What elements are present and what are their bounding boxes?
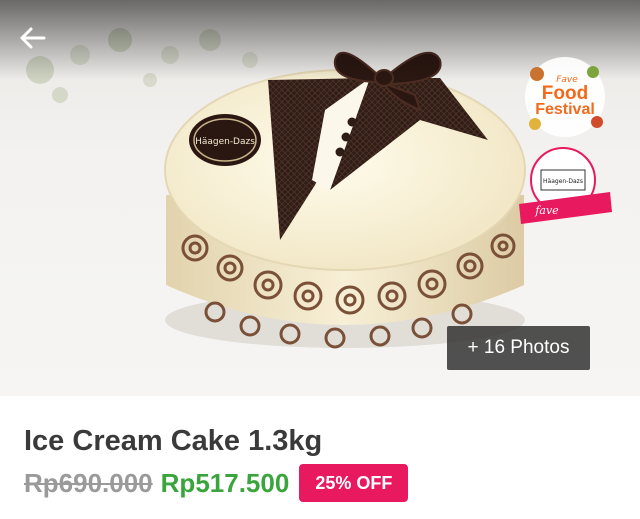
fave-brand: fave: [534, 204, 559, 217]
cake-logo-text: Häagen-Dazs: [195, 137, 255, 147]
discounted-price: Rp517.500: [160, 467, 290, 498]
promo-logo-text: Häagen-Dazs: [543, 178, 583, 185]
promo-line3: Festival: [535, 101, 595, 118]
deal-title: Ice Cream Cake 1.3kg: [24, 425, 323, 457]
price-row: Rp690.000 Rp517.500 25% OFF: [24, 464, 616, 502]
food-festival-badge: Fave Food Festival Häagen-Dazs fave: [519, 57, 612, 224]
original-price: Rp690.000: [24, 467, 153, 498]
more-photos-button[interactable]: + 16 Photos: [447, 326, 590, 370]
hero-gallery[interactable]: Häagen-Dazs Fave Food Festival Häagen-Da…: [0, 0, 640, 396]
arrow-left-icon: [20, 27, 46, 49]
deal-info: Ice Cream Cake 1.3kg Rp690.000 Rp517.500…: [0, 396, 640, 502]
discount-badge: 25% OFF: [299, 464, 409, 502]
back-button[interactable]: [14, 20, 50, 56]
